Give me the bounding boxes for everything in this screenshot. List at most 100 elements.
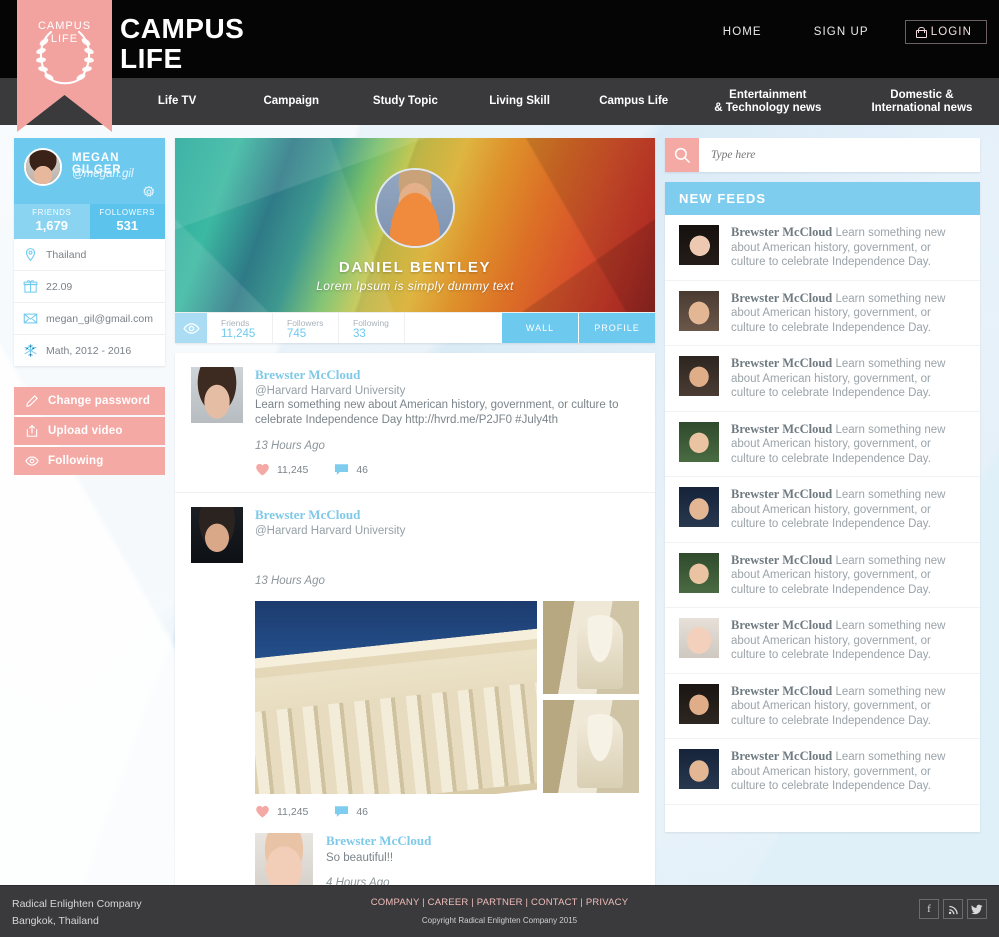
feed-item-avatar <box>679 618 719 658</box>
post-author-avatar[interactable] <box>191 507 243 563</box>
feed-item-author: Brewster McCloud <box>731 618 833 632</box>
feed-item[interactable]: Brewster McCloud Learn something new abo… <box>665 477 980 543</box>
gallery-side-photo-2[interactable] <box>543 700 639 793</box>
brand-title-line1: CAMPUS <box>120 13 245 44</box>
location-pin-icon <box>25 248 36 262</box>
feed-item-avatar <box>679 421 719 462</box>
nav-item-study-topic[interactable]: Study Topic <box>348 95 462 108</box>
feed-item[interactable]: Brewster McCloud Learn something new abo… <box>665 674 980 739</box>
feed-item[interactable]: Brewster McCloud Learn something new abo… <box>665 215 980 281</box>
nav-item-life-tv[interactable]: Life TV <box>120 95 234 108</box>
login-button[interactable]: LOGIN <box>904 20 987 44</box>
post-like-button[interactable]: 11,245 <box>255 805 308 818</box>
avatar[interactable] <box>24 148 62 186</box>
profile-stat-followers[interactable]: FOLLOWERS 531 <box>89 204 165 239</box>
feed-item[interactable]: Brewster McCloud Learn something new abo… <box>665 412 980 477</box>
gift-icon <box>23 280 38 293</box>
feed-item[interactable]: Brewster McCloud Learn something new abo… <box>665 543 980 608</box>
upload-video-label: Upload video <box>48 425 123 437</box>
speech-bubble-icon <box>335 806 349 817</box>
rss-glyph <box>948 905 958 914</box>
post-body: Learn something new about American histo… <box>255 399 619 426</box>
snowflake-icon <box>24 343 37 358</box>
nav-item-domestic-news[interactable]: Domestic & International news <box>845 89 999 115</box>
post-comment-button[interactable]: 46 <box>334 463 368 476</box>
gear-icon[interactable] <box>142 185 156 199</box>
post-author-handle: @Harvard Harvard University <box>255 385 406 397</box>
twitter-icon[interactable] <box>967 899 987 919</box>
feed-item-text: Brewster McCloud Learn something new abo… <box>731 487 966 532</box>
feed-item[interactable]: Brewster McCloud Learn something new abo… <box>665 739 980 805</box>
feed-item-author: Brewster McCloud <box>731 487 833 501</box>
profile-handle: @megan.gil <box>72 168 134 180</box>
nav-item-campaign[interactable]: Campaign <box>234 95 348 108</box>
banner-visibility-toggle[interactable] <box>175 313 207 343</box>
post-gallery <box>255 601 639 794</box>
search-input[interactable] <box>699 138 980 172</box>
gallery-main-photo[interactable] <box>255 601 537 794</box>
post-author-name[interactable]: Brewster McCloud <box>255 367 639 383</box>
rss-icon[interactable] <box>943 899 963 919</box>
comment-author-name[interactable]: Brewster McCloud <box>326 833 431 849</box>
change-password-button[interactable]: Change password <box>14 387 165 415</box>
feed-item-author: Brewster McCloud <box>731 356 833 370</box>
post-item: Brewster McCloud @Harvard Harvard Univer… <box>175 353 655 493</box>
footer-copyright: Copyright Radical Enlighten Company 2015 <box>421 916 578 925</box>
post-meta: 11,245 46 <box>255 463 639 476</box>
feed-item-text: Brewster McCloud Learn something new abo… <box>731 618 966 663</box>
feed-item-text: Brewster McCloud Learn something new abo… <box>731 291 966 336</box>
nav-item-living-skill[interactable]: Living Skill <box>462 95 576 108</box>
top-nav-home[interactable]: HOME <box>697 26 788 38</box>
profile-detail-education-text: Math, 2012 - 2016 <box>46 344 132 357</box>
gallery-side-photo-1[interactable] <box>543 601 639 694</box>
post-meta: 11,245 46 <box>255 805 639 818</box>
post-author-name[interactable]: Brewster McCloud <box>255 507 405 523</box>
nav-item-campus-life[interactable]: Campus Life <box>577 95 691 108</box>
tab-profile[interactable]: PROFILE <box>578 313 655 343</box>
banner-avatar[interactable] <box>375 168 455 248</box>
post-author-avatar[interactable] <box>191 367 243 423</box>
feed-item-text: Brewster McCloud Learn something new abo… <box>731 422 966 467</box>
change-password-label: Change password <box>48 395 151 407</box>
left-sidebar: MEGAN GILGER @megan.gil FRIENDS 1,679 FO… <box>14 138 165 477</box>
content-area: MEGAN GILGER @megan.gil FRIENDS 1,679 FO… <box>0 125 999 911</box>
right-sidebar: NEW FEEDS Brewster McCloud Learn somethi… <box>665 138 980 832</box>
post-like-count: 11,245 <box>277 463 309 476</box>
brand-title: CAMPUS LIFE <box>120 14 244 74</box>
profile-banner: DANIEL BENTLEY Lorem Ipsum is simply dum… <box>175 138 655 313</box>
post-author-handle: @Harvard Harvard University <box>255 525 406 537</box>
feed-item-text: Brewster McCloud Learn something new abo… <box>731 749 966 794</box>
feed-item-author: Brewster McCloud <box>731 683 833 698</box>
feed-item-author: Brewster McCloud <box>731 552 833 567</box>
logo-text-line1: CAMPUS <box>37 20 92 32</box>
search-button[interactable] <box>665 138 699 172</box>
new-feeds-title: NEW FEEDS <box>665 182 980 215</box>
post-header: Brewster McCloud @Harvard Harvard Univer… <box>191 507 639 563</box>
post-like-button[interactable]: 11,245 <box>255 463 308 476</box>
following-button[interactable]: Following <box>14 447 165 475</box>
post-comment-count: 46 <box>356 463 369 476</box>
page-root: CAMPUS LIFE HOME SIGN UP LOGIN CAMPUS LI… <box>0 0 999 937</box>
feed-item[interactable]: Brewster McCloud Learn something new abo… <box>665 281 980 346</box>
banner-stat-friends[interactable]: Friends 11,245 <box>207 313 273 343</box>
post-comment-count: 46 <box>356 805 369 818</box>
banner-stat-following-label: Following <box>353 318 389 328</box>
feed-item-avatar <box>679 749 719 789</box>
tab-wall[interactable]: WALL <box>501 313 578 343</box>
banner-name: DANIEL BENTLEY <box>338 259 492 276</box>
profile-stat-friends[interactable]: FRIENDS 1,679 <box>14 204 90 239</box>
banner-stat-followers[interactable]: Followers 745 <box>273 313 339 343</box>
footer-links[interactable]: COMPANY | CAREER | PARTNER | CONTACT | P… <box>0 897 999 908</box>
feed-item[interactable]: Brewster McCloud Learn something new abo… <box>665 608 980 674</box>
banner-stat-followers-value: 745 <box>287 328 307 340</box>
top-nav-signup[interactable]: SIGN UP <box>788 26 895 38</box>
facebook-icon[interactable]: f <box>919 899 939 919</box>
feed-item[interactable]: Brewster McCloud Learn something new abo… <box>665 346 980 412</box>
upload-video-button[interactable]: Upload video <box>14 417 165 445</box>
feed-item-text: Brewster McCloud Learn something new abo… <box>731 684 966 729</box>
post-comment-button[interactable]: 46 <box>334 805 368 818</box>
lock-icon <box>915 26 927 38</box>
profile-stat-friends-value: 1,679 <box>35 218 69 233</box>
banner-stat-following[interactable]: Following 33 <box>339 313 405 343</box>
nav-item-entertainment[interactable]: Entertainment & Technology news <box>691 89 845 115</box>
